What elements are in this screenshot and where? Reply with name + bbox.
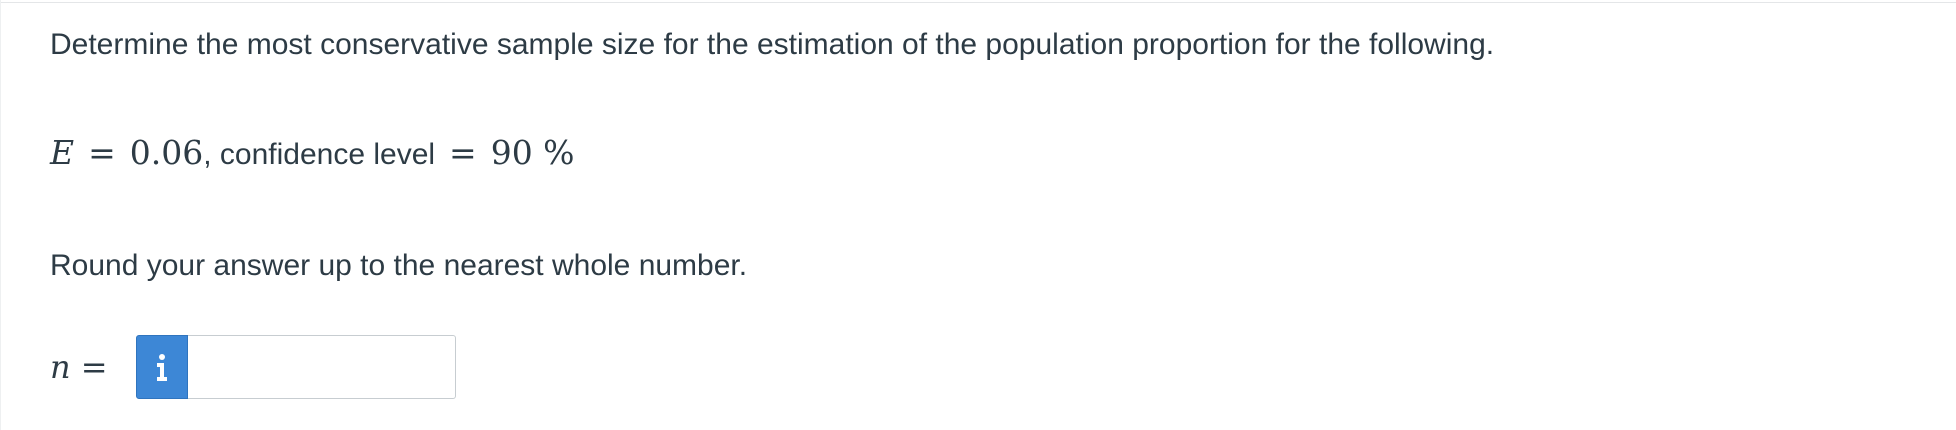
- answer-row: n =: [50, 334, 456, 400]
- confidence-equals-sign: =: [449, 133, 477, 172]
- rounding-instruction: Round your answer up to the nearest whol…: [50, 249, 748, 282]
- error-equals-sign: =: [88, 133, 116, 172]
- given-values: E = 0.06, confidence level = 90 %: [50, 133, 575, 175]
- answer-input[interactable]: [188, 335, 456, 399]
- info-icon: [157, 354, 167, 381]
- left-divider: [0, 0, 1, 430]
- error-symbol: E: [50, 133, 75, 172]
- answer-label: n =: [50, 348, 136, 386]
- answer-symbol: n: [50, 348, 71, 386]
- answer-equals-sign: =: [80, 348, 108, 386]
- info-button[interactable]: [136, 335, 188, 399]
- error-value: 0.06: [129, 133, 204, 172]
- question-prompt: Determine the most conservative sample s…: [50, 28, 1495, 61]
- confidence-value: 90 %: [490, 133, 575, 172]
- confidence-level-label: , confidence level: [203, 138, 436, 171]
- top-divider: [0, 2, 1956, 3]
